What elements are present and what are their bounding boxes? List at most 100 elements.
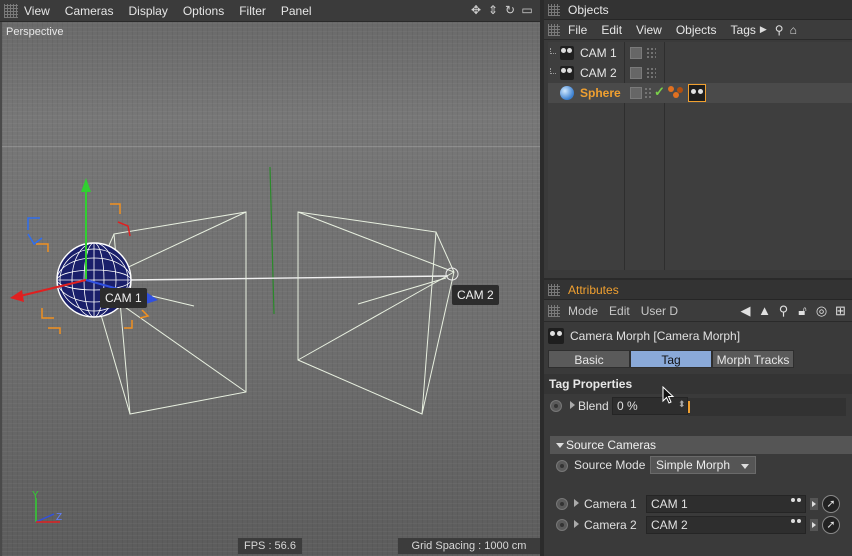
viewport-nav-icons: ✥ ⇕ ↻ ▭	[469, 3, 534, 17]
attributes-toolbar: Mode Edit User D ◀ ▲ ⚲ 🔓︎ ◎ ⊞	[544, 300, 852, 322]
up-arrow-icon[interactable]: ▲	[757, 303, 772, 318]
cam1-frustum	[91, 211, 247, 415]
blend-label: Blend	[578, 399, 609, 413]
source-cameras-header[interactable]: Source Cameras	[550, 436, 852, 454]
object-name: CAM 1	[580, 46, 617, 60]
attribute-tabs: Basic Tag Morph Tracks	[548, 350, 794, 368]
home-icon[interactable]: ⌂	[790, 23, 797, 37]
target-icon[interactable]: ◎	[814, 303, 829, 318]
attributes-title-bar: Attributes	[544, 280, 852, 300]
objects-menubar: File Edit View Objects Tags ▶ ⚲ ⌂	[544, 20, 852, 40]
attr-menu-userdata[interactable]: User D	[641, 304, 678, 318]
layer-box-icon[interactable]	[630, 67, 642, 79]
animate-param-icon[interactable]	[556, 519, 568, 531]
tree-line	[550, 48, 556, 54]
stepper-arrows-icon[interactable]: ⬍	[678, 399, 686, 410]
menu-grip-icon[interactable]	[548, 23, 560, 36]
attr-menu-mode[interactable]: Mode	[568, 304, 598, 318]
object-z-axis-arrow	[146, 292, 158, 304]
pick-object-icon[interactable]: ➚	[822, 495, 840, 513]
objects-menu-view[interactable]: View	[636, 23, 662, 37]
objects-menu-objects[interactable]: Objects	[676, 23, 717, 37]
animate-param-icon[interactable]	[556, 498, 568, 510]
tab-tag[interactable]: Tag	[630, 350, 712, 368]
panel-grip-icon[interactable]	[548, 3, 560, 16]
animate-param-icon[interactable]	[550, 400, 562, 412]
objects-menu-file[interactable]: File	[568, 23, 587, 37]
blend-slider[interactable]	[688, 398, 846, 416]
attributes-title: Attributes	[568, 282, 619, 297]
attributes-toolbar-icons: ◀ ▲ ⚲ 🔓︎ ◎ ⊞	[738, 303, 848, 318]
camera1-link-field[interactable]: CAM 1	[646, 495, 806, 513]
right-dock: Objects File Edit View Objects Tags ▶ ⚲ …	[544, 0, 852, 556]
dolly-view-icon[interactable]: ⇕	[486, 3, 500, 17]
source-cameras-title: Source Cameras	[566, 438, 657, 452]
expand-triangle-icon[interactable]	[574, 520, 579, 528]
tab-basic[interactable]: Basic	[548, 350, 630, 368]
search-icon[interactable]: ⚲	[776, 303, 791, 318]
camera-icon	[560, 66, 574, 80]
menu-display[interactable]: Display	[128, 4, 167, 18]
animate-param-icon[interactable]	[556, 460, 568, 472]
tree-line	[550, 68, 556, 74]
object-row-cam1[interactable]: CAM 1	[548, 43, 852, 63]
grid-spacing-readout: Grid Spacing : 1000 cm	[398, 538, 540, 554]
tag-properties-header: Tag Properties	[544, 374, 852, 394]
object-list: CAM 1 CAM 2 Sphere ✓	[548, 42, 852, 270]
new-panel-icon[interactable]: ⊞	[833, 303, 848, 318]
search-icon[interactable]: ⚲	[775, 23, 784, 37]
expand-triangle-icon[interactable]	[570, 401, 575, 409]
lock-icon[interactable]: 🔓︎	[795, 303, 810, 318]
menu-grip-icon[interactable]	[548, 304, 560, 317]
panel-grip-icon[interactable]	[548, 283, 560, 296]
slider-knob[interactable]	[688, 401, 690, 413]
object-row-cam2[interactable]: CAM 2	[548, 63, 852, 83]
expand-triangle-icon[interactable]	[574, 499, 579, 507]
objects-manager: Objects File Edit View Objects Tags ▶ ⚲ …	[544, 0, 852, 278]
maximize-view-icon[interactable]: ▭	[520, 3, 534, 17]
menu-filter[interactable]: Filter	[239, 4, 266, 18]
menu-panel[interactable]: Panel	[281, 4, 312, 18]
layer-box-icon[interactable]	[630, 87, 642, 99]
source-mode-dropdown[interactable]: Simple Morph	[650, 456, 756, 474]
link-menu-arrow-icon[interactable]	[810, 498, 818, 510]
objects-menu-tags[interactable]: Tags	[731, 23, 756, 37]
phong-tag-icon[interactable]	[668, 86, 683, 100]
menu-options[interactable]: Options	[183, 4, 224, 18]
objects-title-bar: Objects	[544, 0, 852, 20]
viewport-panel: View Cameras Display Options Filter Pane…	[0, 0, 540, 556]
source-mode-row: Source Mode Simple Morph	[544, 456, 852, 476]
viewport-canvas[interactable]: Perspective Y Z CAM 1 CAM 2 FPS: 56.6 G…	[2, 22, 540, 556]
object-row-sphere[interactable]: Sphere ✓	[548, 83, 852, 103]
menu-overflow-icon[interactable]: ▶	[760, 24, 767, 35]
visibility-dots-icon[interactable]	[644, 87, 652, 99]
visibility-dots-icon[interactable]	[646, 47, 656, 59]
tag-title: Camera Morph [Camera Morph]	[570, 329, 741, 343]
gizmo-z-label: Z	[56, 512, 63, 523]
objects-menu-edit[interactable]: Edit	[601, 23, 622, 37]
attr-menu-edit[interactable]: Edit	[609, 304, 630, 318]
cam1-viewport-label[interactable]: CAM 1	[100, 288, 147, 308]
pick-object-icon[interactable]: ➚	[822, 516, 840, 534]
camera2-label: Camera 2	[584, 518, 637, 532]
fps-readout: FPS : 56.6	[238, 538, 302, 554]
panel-grip-icon[interactable]	[4, 3, 18, 18]
camera-morph-tag-icon[interactable]	[688, 84, 706, 102]
visibility-dots-icon[interactable]	[646, 67, 656, 79]
layer-box-icon[interactable]	[630, 47, 642, 59]
menu-view[interactable]: View	[24, 4, 50, 18]
object-y-axis-arrow	[81, 178, 91, 192]
back-arrow-icon[interactable]: ◀	[738, 303, 753, 318]
camera-icon	[790, 498, 802, 508]
camera2-link-field[interactable]: CAM 2	[646, 516, 806, 534]
cam2-viewport-label[interactable]: CAM 2	[452, 285, 499, 305]
tab-morph-tracks[interactable]: Morph Tracks	[712, 350, 794, 368]
link-menu-arrow-icon[interactable]	[810, 519, 818, 531]
blend-value-field[interactable]: 0 %	[612, 397, 688, 415]
tag-title-row: Camera Morph [Camera Morph]	[544, 326, 852, 346]
mouse-cursor-icon	[662, 386, 675, 404]
enabled-check-icon[interactable]: ✓	[654, 84, 665, 100]
rotate-view-icon[interactable]: ↻	[503, 3, 517, 17]
move-view-icon[interactable]: ✥	[469, 3, 483, 17]
menu-cameras[interactable]: Cameras	[65, 4, 114, 18]
